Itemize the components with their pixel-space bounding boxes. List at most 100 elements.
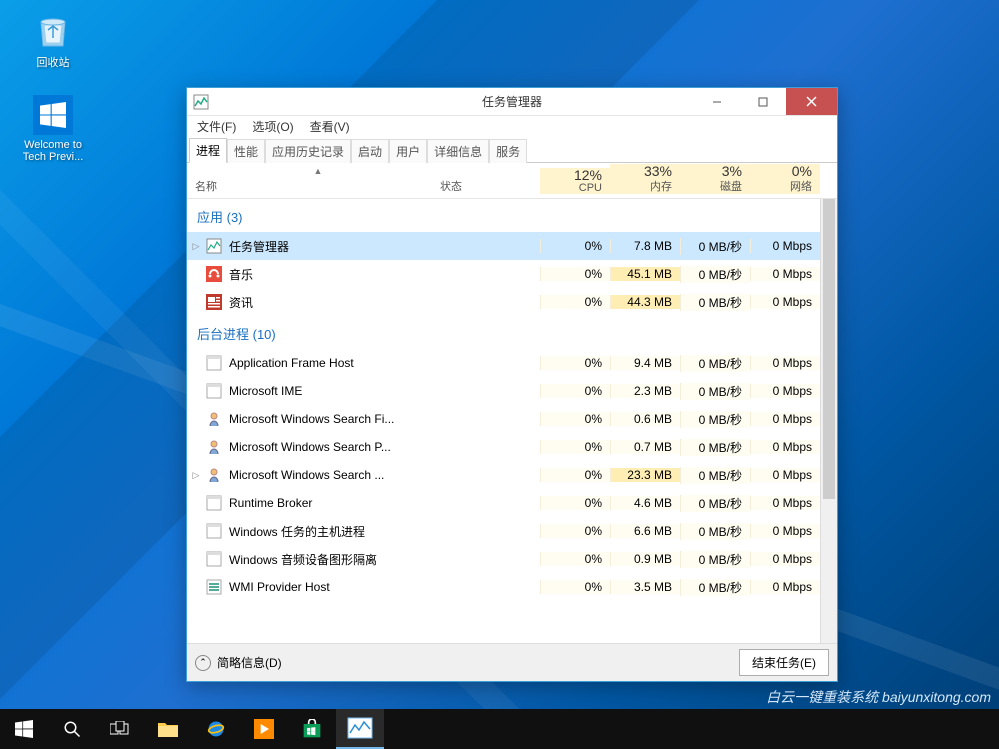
process-name: 任务管理器 bbox=[205, 238, 440, 255]
cpu-value: 0% bbox=[540, 239, 610, 253]
column-network[interactable]: 0% 网络 bbox=[750, 164, 820, 194]
process-icon bbox=[205, 383, 223, 399]
column-memory[interactable]: 33% 内存 bbox=[610, 164, 680, 194]
tab-performance[interactable]: 性能 bbox=[227, 139, 265, 163]
folder-icon bbox=[158, 721, 178, 737]
disk-value: 0 MB/秒 bbox=[680, 294, 750, 311]
window-titlebar[interactable]: 任务管理器 bbox=[187, 88, 837, 116]
column-status[interactable]: 状态 bbox=[440, 178, 540, 194]
disk-value: 0 MB/秒 bbox=[680, 439, 750, 456]
tab-users[interactable]: 用户 bbox=[389, 139, 427, 163]
maximize-button[interactable] bbox=[740, 88, 786, 115]
tab-details[interactable]: 详细信息 bbox=[427, 139, 489, 163]
column-cpu[interactable]: 12% CPU bbox=[540, 168, 610, 194]
process-row[interactable]: Application Frame Host0%9.4 MB0 MB/秒0 Mb… bbox=[187, 349, 837, 377]
network-value: 0 Mbps bbox=[750, 356, 820, 370]
process-row[interactable]: Windows 音频设备图形隔离 0%0.9 MB0 MB/秒0 Mbps bbox=[187, 545, 837, 573]
process-name: Application Frame Host bbox=[205, 355, 440, 371]
tab-services[interactable]: 服务 bbox=[489, 139, 527, 163]
media-player-icon bbox=[254, 719, 274, 739]
memory-value: 6.6 MB bbox=[610, 524, 680, 538]
taskbar-search[interactable] bbox=[48, 709, 96, 749]
disk-value: 0 MB/秒 bbox=[680, 579, 750, 596]
desktop-wallpaper[interactable]: 回收站 Welcome to Tech Previ... 任务管理器 文件(F)… bbox=[0, 0, 999, 749]
cpu-value: 0% bbox=[540, 412, 610, 426]
disk-value: 0 MB/秒 bbox=[680, 355, 750, 372]
process-name: WMI Provider Host bbox=[205, 579, 440, 595]
expand-icon[interactable]: ▷ bbox=[187, 241, 205, 252]
taskbar[interactable] bbox=[0, 709, 999, 749]
process-name: Windows 音频设备图形隔离 bbox=[205, 551, 440, 568]
taskmgr-icon bbox=[193, 94, 209, 110]
network-value: 0 Mbps bbox=[750, 552, 820, 566]
vertical-scrollbar[interactable] bbox=[820, 199, 837, 643]
network-value: 0 Mbps bbox=[750, 384, 820, 398]
cpu-value: 0% bbox=[540, 384, 610, 398]
column-disk[interactable]: 3% 磁盘 bbox=[680, 164, 750, 194]
desktop-icon-welcome[interactable]: Welcome to Tech Previ... bbox=[18, 95, 88, 163]
start-button[interactable] bbox=[0, 709, 48, 749]
fewer-details-button[interactable]: ⌃ 简略信息(D) bbox=[195, 654, 282, 671]
minimize-button[interactable] bbox=[694, 88, 740, 115]
end-task-button[interactable]: 结束任务(E) bbox=[739, 649, 829, 676]
process-icon bbox=[205, 467, 223, 483]
process-row[interactable]: Windows 任务的主机进程0%6.6 MB0 MB/秒0 Mbps bbox=[187, 517, 837, 545]
tab-bar: 进程 性能 应用历史记录 启动 用户 详细信息 服务 bbox=[187, 136, 837, 163]
taskbar-task-manager[interactable] bbox=[336, 709, 384, 749]
table-header: ▲ 名称 状态 12% CPU 33% 内存 3% 磁盘 0% 网络 bbox=[187, 163, 837, 199]
disk-value: 0 MB/秒 bbox=[680, 411, 750, 428]
cpu-value: 0% bbox=[540, 580, 610, 594]
process-row[interactable]: 音乐0%45.1 MB0 MB/秒0 Mbps bbox=[187, 260, 837, 288]
network-value: 0 Mbps bbox=[750, 267, 820, 281]
network-value: 0 Mbps bbox=[750, 412, 820, 426]
scrollbar-thumb[interactable] bbox=[823, 199, 835, 499]
memory-value: 45.1 MB bbox=[610, 267, 680, 281]
cpu-value: 0% bbox=[540, 440, 610, 454]
memory-value: 0.9 MB bbox=[610, 552, 680, 566]
taskbar-explorer[interactable] bbox=[144, 709, 192, 749]
disk-value: 0 MB/秒 bbox=[680, 495, 750, 512]
cpu-value: 0% bbox=[540, 552, 610, 566]
process-row[interactable]: Microsoft IME0%2.3 MB0 MB/秒0 Mbps bbox=[187, 377, 837, 405]
process-row[interactable]: Runtime Broker0%4.6 MB0 MB/秒0 Mbps bbox=[187, 489, 837, 517]
sort-ascending-icon: ▲ bbox=[314, 166, 323, 176]
taskmgr-icon bbox=[347, 717, 373, 739]
taskbar-store[interactable] bbox=[288, 709, 336, 749]
memory-value: 4.6 MB bbox=[610, 496, 680, 510]
process-icon bbox=[205, 495, 223, 511]
memory-value: 2.3 MB bbox=[610, 384, 680, 398]
memory-value: 44.3 MB bbox=[610, 295, 680, 309]
expand-icon[interactable]: ▷ bbox=[187, 470, 205, 481]
process-name: Microsoft Windows Search ... bbox=[205, 467, 440, 483]
menu-options[interactable]: 选项(O) bbox=[244, 116, 301, 137]
process-name: 资讯 bbox=[205, 294, 440, 311]
close-button[interactable] bbox=[786, 88, 837, 115]
menubar: 文件(F) 选项(O) 查看(V) bbox=[187, 116, 837, 136]
process-row[interactable]: WMI Provider Host0%3.5 MB0 MB/秒0 Mbps bbox=[187, 573, 837, 601]
memory-value: 7.8 MB bbox=[610, 239, 680, 253]
group-header[interactable]: 后台进程 (10) bbox=[187, 316, 837, 349]
menu-view[interactable]: 查看(V) bbox=[302, 116, 358, 137]
process-row[interactable]: ▷Microsoft Windows Search ...0%23.3 MB0 … bbox=[187, 461, 837, 489]
watermark-text: 白云一键重装系统 baiyunxitong.com bbox=[766, 687, 991, 707]
disk-value: 0 MB/秒 bbox=[680, 523, 750, 540]
process-row[interactable]: Microsoft Windows Search Fi...0%0.6 MB0 … bbox=[187, 405, 837, 433]
taskbar-ie[interactable] bbox=[192, 709, 240, 749]
memory-value: 3.5 MB bbox=[610, 580, 680, 594]
process-row[interactable]: Microsoft Windows Search P...0%0.7 MB0 M… bbox=[187, 433, 837, 461]
process-name: Microsoft Windows Search P... bbox=[205, 439, 440, 455]
taskbar-media[interactable] bbox=[240, 709, 288, 749]
tab-processes[interactable]: 进程 bbox=[189, 138, 227, 163]
recycle-bin-icon bbox=[33, 10, 73, 50]
taskbar-task-view[interactable] bbox=[96, 709, 144, 749]
tab-startup[interactable]: 启动 bbox=[351, 139, 389, 163]
disk-value: 0 MB/秒 bbox=[680, 551, 750, 568]
tab-app-history[interactable]: 应用历史记录 bbox=[265, 139, 351, 163]
memory-value: 0.6 MB bbox=[610, 412, 680, 426]
column-name[interactable]: ▲ 名称 bbox=[187, 178, 440, 194]
desktop-icon-recycle-bin[interactable]: 回收站 bbox=[18, 10, 88, 70]
menu-file[interactable]: 文件(F) bbox=[189, 116, 244, 137]
process-row[interactable]: 资讯0%44.3 MB0 MB/秒0 Mbps bbox=[187, 288, 837, 316]
group-header[interactable]: 应用 (3) bbox=[187, 199, 837, 232]
process-row[interactable]: ▷任务管理器0%7.8 MB0 MB/秒0 Mbps bbox=[187, 232, 837, 260]
